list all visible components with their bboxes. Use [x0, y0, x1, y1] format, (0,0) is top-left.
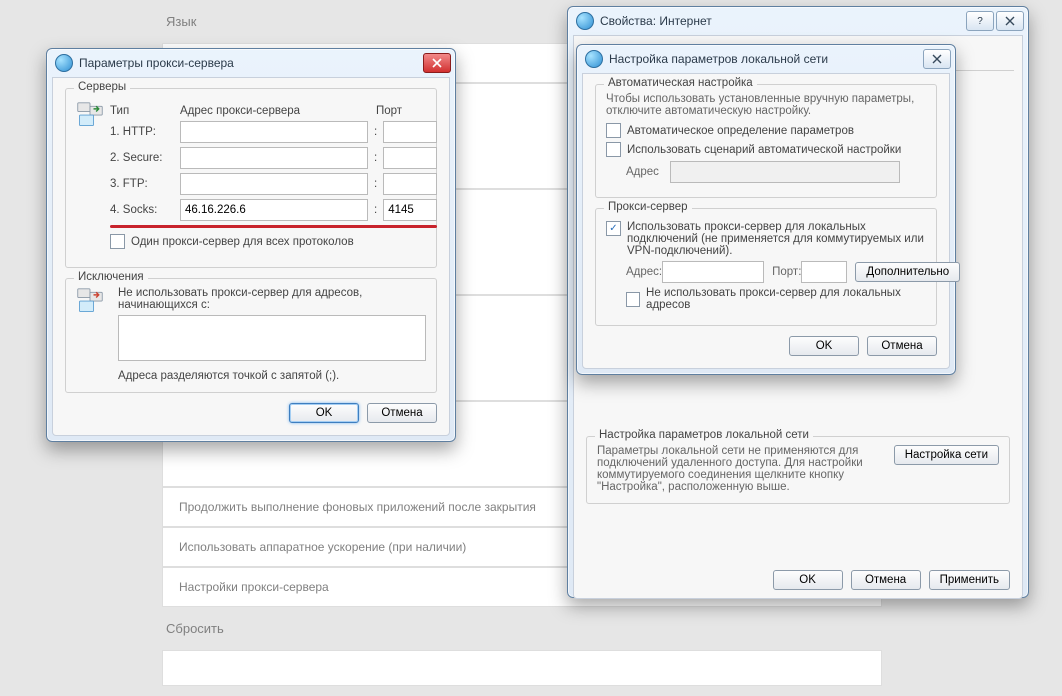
proxy-addr-label: Адрес: [626, 266, 662, 278]
auto-config-fieldset: Автоматическая настройка Чтобы использов… [595, 84, 937, 198]
servers-legend: Серверы [74, 81, 130, 93]
col-addr: Адрес прокси-сервера [180, 105, 362, 117]
lan-titlebar[interactable]: Настройка параметров локальной сети [577, 45, 955, 73]
bg-reset-header: Сбросить [162, 607, 882, 650]
bypass-local-checkbox[interactable] [626, 292, 640, 307]
lan-settings-button[interactable]: Настройка сети [894, 445, 999, 465]
same-proxy-label: Один прокси-сервер для всех протоколов [131, 236, 354, 248]
highlight-underline [110, 225, 437, 228]
auto-config-legend: Автоматическая настройка [604, 77, 757, 89]
ok-button[interactable]: OK [773, 570, 843, 590]
inet-title: Свойства: Интернет [600, 14, 966, 28]
close-icon[interactable] [423, 53, 451, 73]
auto-script-checkbox[interactable] [606, 142, 621, 157]
close-icon[interactable] [923, 49, 951, 69]
exceptions-text: Не использовать прокси-сервер для адресо… [118, 287, 426, 311]
advanced-button[interactable]: Дополнительно [855, 262, 960, 282]
auto-detect-label: Автоматическое определение параметров [627, 125, 854, 137]
proxy-dialog-title: Параметры прокси-сервера [79, 56, 423, 70]
globe-icon [585, 50, 603, 68]
row-socks-label: 4. Socks: [110, 204, 180, 216]
close-icon[interactable] [996, 11, 1024, 31]
lan-settings-dialog: Настройка параметров локальной сети Авто… [576, 44, 956, 375]
exceptions-fieldset: Исключения Не использовать прокси-сервер… [65, 278, 437, 393]
ok-button[interactable]: OK [289, 403, 359, 423]
auto-addr-input [670, 161, 900, 183]
globe-icon [576, 12, 594, 30]
globe-icon [55, 54, 73, 72]
socks-port-input[interactable] [383, 199, 437, 221]
ok-button[interactable]: OK [789, 336, 859, 356]
col-type: Тип [110, 105, 180, 117]
proxy-server-fieldset: Прокси-сервер ✓ Использовать прокси-серв… [595, 208, 937, 326]
help-icon[interactable]: ? [966, 11, 994, 31]
cancel-button[interactable]: Отмена [367, 403, 437, 423]
auto-config-text: Чтобы использовать установленные вручную… [606, 93, 926, 117]
row-secure-label: 2. Secure: [110, 152, 180, 164]
lan-title: Настройка параметров локальной сети [609, 52, 923, 66]
cancel-button[interactable]: Отмена [851, 570, 921, 590]
auto-addr-label: Адрес [626, 166, 670, 178]
lan-group: Настройка параметров локальной сети Пара… [586, 436, 1010, 504]
bg-spacer-5 [162, 650, 882, 686]
col-port: Порт [376, 105, 402, 117]
apply-button[interactable]: Применить [929, 570, 1010, 590]
proxy-port-label: Порт: [772, 266, 801, 278]
exceptions-textarea[interactable] [118, 315, 426, 361]
proxy-icon [76, 101, 104, 129]
row-ftp-label: 3. FTP: [110, 178, 180, 190]
proxy-port-input[interactable] [801, 261, 847, 283]
proxy-addr-input[interactable] [662, 261, 764, 283]
proxy-dialog-titlebar[interactable]: Параметры прокси-сервера [47, 49, 455, 77]
lan-group-legend: Настройка параметров локальной сети [595, 429, 813, 441]
http-address-input[interactable] [180, 121, 368, 143]
secure-port-input[interactable] [383, 147, 437, 169]
lan-group-text: Параметры локальной сети не применяются … [597, 445, 884, 493]
exceptions-legend: Исключения [74, 271, 148, 283]
ftp-address-input[interactable] [180, 173, 368, 195]
servers-fieldset: Серверы Тип Адрес прокси-сервера [65, 88, 437, 268]
http-port-input[interactable] [383, 121, 437, 143]
same-proxy-checkbox[interactable] [110, 234, 125, 249]
proxy-settings-dialog: Параметры прокси-сервера Серверы [46, 48, 456, 442]
exceptions-icon [76, 287, 104, 315]
cancel-button[interactable]: Отмена [867, 336, 937, 356]
bypass-local-label: Не использовать прокси-сервер для локаль… [646, 287, 926, 311]
inet-titlebar[interactable]: Свойства: Интернет ? [568, 7, 1028, 35]
auto-detect-checkbox[interactable] [606, 123, 621, 138]
ftp-port-input[interactable] [383, 173, 437, 195]
use-proxy-label: Использовать прокси-сервер для локальных… [627, 221, 926, 257]
secure-address-input[interactable] [180, 147, 368, 169]
row-http-label: 1. HTTP: [110, 126, 180, 138]
socks-address-input[interactable] [180, 199, 368, 221]
auto-script-label: Использовать сценарий автоматической нас… [627, 144, 901, 156]
use-proxy-checkbox[interactable]: ✓ [606, 221, 621, 236]
exceptions-hint: Адреса разделяются точкой с запятой (;). [118, 370, 426, 382]
proxy-server-legend: Прокси-сервер [604, 201, 692, 213]
